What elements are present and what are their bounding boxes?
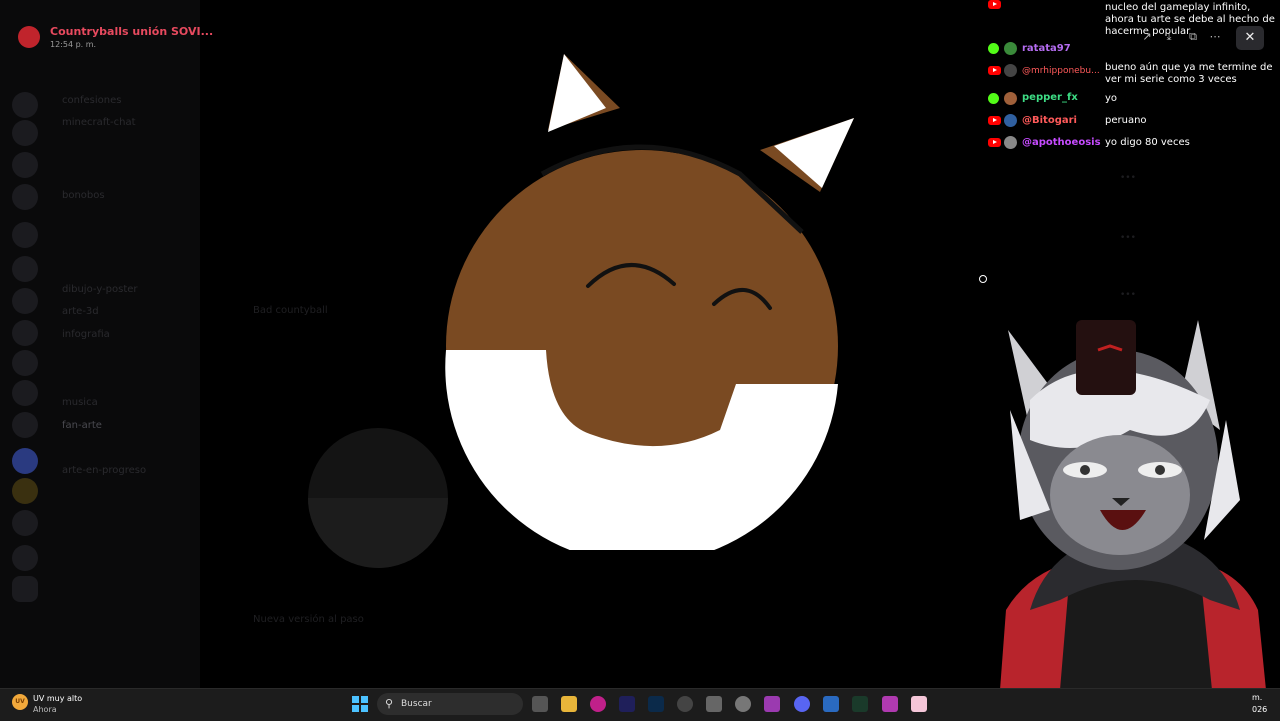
server-icon[interactable] <box>12 448 38 474</box>
message-preview: Nueva versión al paso <box>253 614 364 625</box>
weather-subtitle: Ahora <box>33 705 57 714</box>
faded-item: ••• <box>1120 233 1136 243</box>
taskbar-search[interactable] <box>377 693 523 715</box>
channel-item[interactable]: arte-en-progreso <box>62 465 146 476</box>
chat-username[interactable]: @mrhipponebu... <box>1022 66 1100 76</box>
chat-message-text: yo <box>1105 93 1118 104</box>
server-icon[interactable] <box>12 320 38 346</box>
avatar <box>1004 114 1017 127</box>
channel-item[interactable]: confesiones <box>62 95 121 106</box>
clock-date[interactable]: 026 <box>1252 705 1267 714</box>
server-icon[interactable] <box>12 510 38 536</box>
premiere-icon[interactable] <box>619 696 635 712</box>
channel-item[interactable]: bonobos <box>62 190 105 201</box>
server-icon[interactable] <box>12 412 38 438</box>
channel-item[interactable]: infografia <box>62 329 110 340</box>
server-icon[interactable] <box>12 120 38 146</box>
file-explorer-icon[interactable] <box>561 696 577 712</box>
channel-item[interactable]: musica <box>62 397 98 408</box>
download-icon[interactable]: ⤓ <box>1162 30 1176 44</box>
avatar <box>1004 42 1017 55</box>
weather-icon[interactable]: UV <box>12 694 28 710</box>
server-icon[interactable] <box>12 478 38 504</box>
countryball-drawing <box>445 54 854 550</box>
vtuber-avatar <box>1000 320 1266 690</box>
app-icon[interactable] <box>677 696 693 712</box>
server-name[interactable]: Countryballs unión SOVI... <box>50 25 213 38</box>
weather-title[interactable]: UV muy alto <box>33 694 82 703</box>
server-icon[interactable] <box>12 92 38 118</box>
avatar <box>1004 64 1017 77</box>
faded-item: ••• <box>1120 173 1136 183</box>
chat-username[interactable]: pepper_fx <box>1022 92 1078 103</box>
windows-start-icon[interactable] <box>352 696 368 712</box>
channel-item-active[interactable]: fan-arte <box>62 420 102 431</box>
server-icon[interactable] <box>12 184 38 210</box>
photos-icon[interactable] <box>823 696 839 712</box>
server-icon[interactable] <box>12 256 38 282</box>
chat-message-text: peruano <box>1105 115 1147 126</box>
mouse-cursor <box>979 275 987 283</box>
open-external-icon[interactable]: ⧉ <box>1186 30 1200 44</box>
post-title: Bad countyball <box>253 305 328 316</box>
more-icon[interactable]: ⋯ <box>1208 30 1222 44</box>
youtube-icon <box>988 116 1001 125</box>
server-icon[interactable] <box>12 576 38 602</box>
app-icon[interactable] <box>882 696 898 712</box>
kick-icon <box>988 43 999 54</box>
discord-sidebar: confesiones minecraft-chat bonobos dibuj… <box>0 0 200 688</box>
app-icon[interactable] <box>852 696 868 712</box>
forward-icon[interactable]: ↗ <box>1140 30 1154 44</box>
server-icon[interactable] <box>12 152 38 178</box>
server-logo[interactable] <box>18 26 40 48</box>
avatar <box>1004 92 1017 105</box>
kick-icon <box>988 93 999 104</box>
viewer-toolbar: ↗ ⤓ ⧉ ⋯ ✕ <box>1106 26 1276 50</box>
youtube-icon <box>988 138 1001 147</box>
app-icon[interactable] <box>911 696 927 712</box>
chat-username[interactable]: @apothoeosis <box>1022 137 1101 148</box>
chat-username[interactable]: ratata97 <box>1022 43 1071 54</box>
opera-icon[interactable] <box>590 696 606 712</box>
chat-message-text: bueno aún que ya me termine de ver mi se… <box>1105 62 1273 85</box>
server-time: 12:54 p. m. <box>50 40 97 49</box>
discord-icon[interactable] <box>794 696 810 712</box>
server-icon[interactable] <box>12 545 38 571</box>
photoshop-icon[interactable] <box>648 696 664 712</box>
chat-message-text: yo digo 80 veces <box>1105 137 1190 148</box>
task-view-icon[interactable] <box>532 696 548 712</box>
server-icon[interactable] <box>12 380 38 406</box>
media-player-icon[interactable] <box>735 696 751 712</box>
app-icon[interactable] <box>706 696 722 712</box>
server-icon[interactable] <box>12 288 38 314</box>
youtube-icon <box>988 0 1001 9</box>
server-icon[interactable] <box>12 350 38 376</box>
search-placeholder: Buscar <box>401 699 432 709</box>
avatar <box>1004 136 1017 149</box>
youtube-icon <box>988 66 1001 75</box>
clock-time[interactable]: m. <box>1252 693 1262 702</box>
faded-item: ••• <box>1120 290 1136 300</box>
channel-item[interactable]: dibujo-y-poster <box>62 284 138 295</box>
search-icon: ⚲ <box>385 697 394 710</box>
close-icon[interactable]: ✕ <box>1236 26 1264 50</box>
channel-item[interactable]: arte-3d <box>62 306 99 317</box>
app-icon[interactable] <box>764 696 780 712</box>
taskbar <box>0 688 1280 721</box>
server-icon[interactable] <box>12 222 38 248</box>
chat-username[interactable]: @Bitogari <box>1022 115 1077 126</box>
channel-item[interactable]: minecraft-chat <box>62 117 136 128</box>
